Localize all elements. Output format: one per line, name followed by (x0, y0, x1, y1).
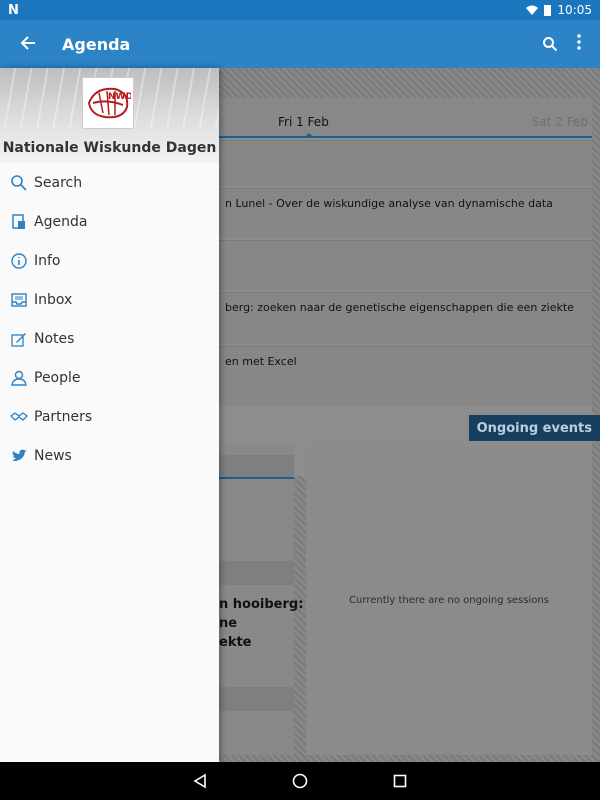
agenda-icon (10, 213, 28, 231)
session-line: ekte (219, 635, 252, 650)
drawer-item-label: Notes (34, 330, 75, 347)
arrow-left-icon (20, 36, 35, 50)
app-bar: Agenda (0, 20, 600, 68)
drawer-item-notes[interactable]: Notes (0, 319, 219, 358)
drawer-item-label: Partners (34, 408, 93, 425)
wifi-icon (526, 5, 539, 15)
session-title: berg: zoeken naar de genetische eigensch… (225, 301, 574, 314)
drawer-item-info[interactable]: Info (0, 241, 219, 280)
news-icon (10, 447, 28, 465)
drawer-item-label: Search (34, 174, 83, 191)
drawer-title: Nationale Wiskunde Dagen (2, 140, 217, 156)
tab-fri[interactable]: Fri 1 Feb (278, 115, 329, 129)
session-title: en met Excel (225, 355, 297, 368)
clock: 10:05 (557, 3, 592, 17)
more-vert-icon (577, 34, 581, 50)
nav-home-button[interactable] (290, 771, 310, 791)
drawer-item-agenda[interactable]: Agenda (0, 202, 219, 241)
drawer-item-news[interactable]: News (0, 436, 219, 475)
ongoing-events-label: Ongoing events (468, 415, 600, 441)
panel-header (219, 455, 294, 479)
triangle-back-icon (193, 773, 206, 789)
tab-indicator (304, 133, 314, 138)
session-line: ne (219, 616, 238, 631)
search-icon (543, 37, 558, 52)
nav-recents-button[interactable] (390, 771, 410, 791)
overflow-menu-button[interactable] (576, 34, 582, 54)
drawer-item-label: News (34, 447, 72, 464)
nwd-logo-icon: NWD (87, 87, 131, 119)
drawer-item-people[interactable]: People (0, 358, 219, 397)
people-icon (10, 369, 28, 387)
search-button[interactable] (542, 36, 558, 52)
info-icon (10, 252, 28, 270)
session-title: n Lunel - Over de wiskundige analyse van… (225, 197, 553, 210)
drawer-item-inbox[interactable]: Inbox (0, 280, 219, 319)
panel-header (219, 687, 294, 711)
no-sessions-text: Currently there are no ongoing sessions (349, 595, 549, 606)
logo: NWD (82, 77, 134, 129)
drawer-item-search[interactable]: Search (0, 163, 219, 202)
drawer-item-label: People (34, 369, 81, 386)
inbox-icon (10, 291, 28, 309)
panel-header (219, 561, 294, 585)
ongoing-panel: Currently there are no ongoing sessions (306, 445, 592, 755)
drawer-item-label: Inbox (34, 291, 73, 308)
notes-icon (10, 330, 28, 348)
search-icon (10, 174, 28, 192)
back-button[interactable] (0, 32, 56, 56)
system-nav-bar (0, 762, 600, 800)
drawer-menu: Search Agenda Info Inbox Notes People Pa… (0, 163, 219, 475)
partners-icon (10, 408, 28, 426)
drawer-item-label: Agenda (34, 213, 88, 230)
square-recents-icon (393, 774, 407, 788)
circle-home-icon (292, 773, 308, 789)
drawer-item-label: Info (34, 252, 61, 269)
drawer-item-partners[interactable]: Partners (0, 397, 219, 436)
page-title: Agenda (62, 34, 131, 54)
session-line: n hooiberg: (219, 597, 304, 612)
logo-text: NWD (108, 92, 131, 102)
nav-back-button[interactable] (190, 771, 210, 791)
battery-icon (544, 4, 552, 16)
navigation-drawer: NWD Nationale Wiskunde Dagen Search Agen… (0, 68, 219, 762)
tab-sat[interactable]: Sat 2 Feb (532, 115, 588, 129)
drawer-header: NWD Nationale Wiskunde Dagen (0, 68, 219, 163)
session-title-large[interactable]: n hooiberg: ne ekte (219, 595, 303, 652)
notification-icon: N (8, 2, 19, 18)
status-bar: N 10:05 (0, 0, 600, 20)
